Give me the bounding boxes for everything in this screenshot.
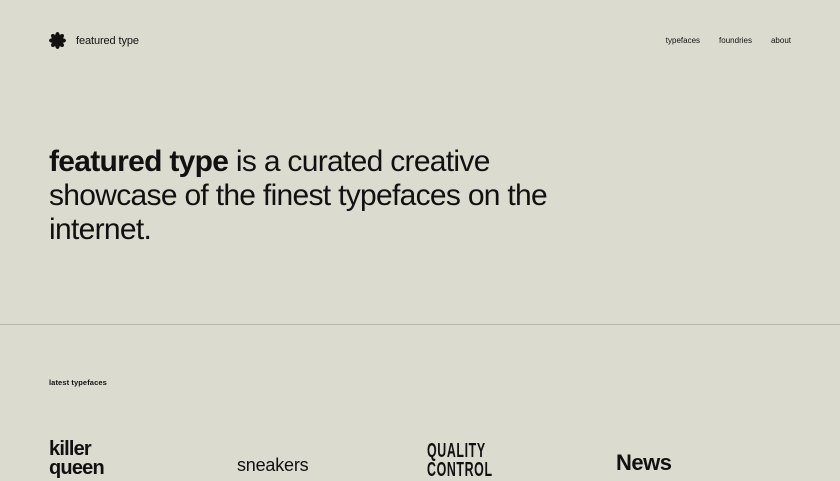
typeface-sample: sneakers [237, 455, 309, 475]
hero-statement: featured type is a curated creative show… [49, 145, 549, 247]
typeface-sample: killer queen [49, 438, 105, 479]
site-title: featured type [76, 34, 139, 47]
latest-typefaces-heading: latest typefaces [49, 378, 107, 387]
nav-about-link[interactable]: about [771, 33, 791, 49]
typeface-card-sneakers[interactable]: sneakers [237, 440, 357, 480]
typeface-sample: News [616, 450, 672, 475]
main-navigation: typefaces foundries about [666, 33, 791, 49]
nav-foundries-link[interactable]: foundries [719, 33, 752, 49]
hero-site-name: featured type [49, 145, 229, 178]
asterisk-flower-icon [49, 32, 66, 49]
typeface-card-killer-queen[interactable]: killer queen [49, 438, 169, 480]
home-link[interactable]: featured type [49, 32, 139, 49]
typeface-card-quality-control[interactable]: QUALITY CONTROL [427, 440, 507, 480]
nav-typefaces-link[interactable]: typefaces [666, 33, 700, 49]
typeface-card-news[interactable]: News [616, 440, 736, 480]
typeface-sample: QUALITY CONTROL [427, 440, 493, 481]
section-divider [0, 324, 840, 325]
site-header: featured type typefaces foundries about [49, 32, 791, 50]
